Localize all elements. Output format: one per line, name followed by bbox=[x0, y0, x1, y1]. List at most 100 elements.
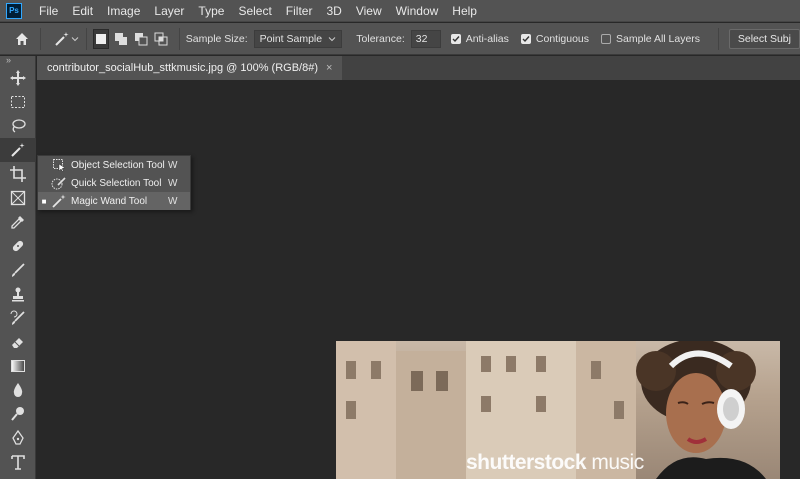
lasso-icon bbox=[12, 119, 26, 133]
gradient-icon bbox=[11, 360, 25, 372]
options-bar: Sample Size: Point Sample Tolerance: 32 … bbox=[0, 23, 800, 55]
gradient-tool[interactable] bbox=[0, 354, 36, 378]
droplet-icon bbox=[13, 383, 23, 397]
marquee-tool[interactable] bbox=[0, 90, 36, 114]
menu-type[interactable]: Type bbox=[191, 0, 231, 22]
checkbox-unchecked-icon bbox=[601, 33, 612, 44]
separator bbox=[39, 27, 41, 50]
lasso-tool[interactable] bbox=[0, 114, 36, 138]
magic-wand-tool[interactable] bbox=[0, 138, 36, 162]
bandage-icon bbox=[12, 240, 24, 252]
dodge-tool[interactable] bbox=[0, 402, 36, 426]
document-tab-bar: contributor_socialHub_sttkmusic.jpg @ 10… bbox=[37, 56, 800, 80]
crop-tool[interactable] bbox=[0, 162, 36, 186]
sample-size-value: Point Sample bbox=[259, 32, 323, 45]
move-icon bbox=[10, 70, 26, 86]
sample-all-layers-checkbox[interactable]: Sample All Layers bbox=[601, 33, 700, 45]
selection-tools-flyout: Object Selection Tool W Quick Selection … bbox=[37, 155, 191, 210]
eyedropper-icon bbox=[11, 216, 24, 229]
contiguous-checkbox[interactable]: Contiguous bbox=[520, 32, 590, 45]
dodge-icon bbox=[11, 407, 24, 421]
flyout-item-quick-selection[interactable]: Quick Selection Tool W bbox=[38, 174, 190, 192]
intersect-selection-icon bbox=[154, 32, 168, 45]
selected-indicator-icon: ■ bbox=[41, 196, 47, 206]
chevron-down-icon bbox=[71, 36, 79, 41]
contiguous-label: Contiguous bbox=[535, 32, 590, 45]
rectangular-marquee-icon bbox=[11, 96, 25, 108]
pen-icon bbox=[12, 429, 24, 445]
sample-size-label: Sample Size: bbox=[185, 32, 248, 45]
stamp-icon bbox=[12, 287, 24, 302]
document-image[interactable]: shutterstock music bbox=[336, 341, 780, 479]
flyout-shortcut: W bbox=[168, 159, 178, 171]
menu-edit[interactable]: Edit bbox=[65, 0, 100, 22]
frame-tool[interactable] bbox=[0, 186, 36, 210]
pen-tool[interactable] bbox=[0, 426, 36, 450]
move-tool[interactable] bbox=[0, 66, 36, 90]
tool-preset-picker[interactable] bbox=[47, 23, 80, 55]
flyout-item-object-selection[interactable]: Object Selection Tool W bbox=[38, 156, 190, 174]
separator bbox=[85, 27, 87, 50]
quick-selection-icon bbox=[50, 176, 68, 190]
watermark-brand: shutterstock bbox=[466, 451, 587, 474]
menu-layer[interactable]: Layer bbox=[147, 0, 191, 22]
brush-icon bbox=[12, 263, 25, 277]
new-selection-button[interactable] bbox=[92, 28, 110, 49]
sample-all-layers-label: Sample All Layers bbox=[616, 32, 701, 45]
menu-image[interactable]: Image bbox=[100, 0, 147, 22]
tolerance-input[interactable]: 32 bbox=[410, 29, 441, 48]
magic-wand-icon bbox=[55, 31, 69, 46]
subtract-from-selection-button[interactable] bbox=[133, 29, 149, 49]
menu-file[interactable]: File bbox=[32, 0, 65, 22]
add-to-selection-button[interactable] bbox=[113, 29, 129, 49]
flyout-item-magic-wand[interactable]: ■ Magic Wand Tool W bbox=[38, 192, 190, 210]
subtract-selection-icon bbox=[135, 32, 148, 45]
flyout-label: Quick Selection Tool bbox=[71, 177, 162, 189]
brush-tool[interactable] bbox=[0, 258, 36, 282]
separator bbox=[178, 27, 180, 50]
menu-3d[interactable]: 3D bbox=[319, 0, 348, 22]
new-selection-icon bbox=[95, 33, 106, 44]
menu-window[interactable]: Window bbox=[389, 0, 446, 22]
healing-brush-tool[interactable] bbox=[0, 234, 36, 258]
close-icon[interactable]: × bbox=[326, 62, 332, 74]
tolerance-label: Tolerance: bbox=[356, 32, 405, 45]
select-subject-button[interactable]: Select Subj bbox=[728, 28, 800, 49]
anti-alias-checkbox[interactable]: Anti-alias bbox=[450, 33, 509, 45]
watermark-suffix: music bbox=[586, 451, 644, 474]
checkbox-checked-icon bbox=[520, 33, 531, 44]
magic-wand-icon bbox=[11, 143, 25, 157]
add-selection-icon bbox=[115, 32, 128, 45]
menu-select[interactable]: Select bbox=[231, 0, 278, 22]
eraser-icon bbox=[12, 338, 23, 348]
collapse-panel-icon[interactable]: » bbox=[0, 56, 35, 66]
flyout-shortcut: W bbox=[168, 195, 178, 207]
eraser-tool[interactable] bbox=[0, 330, 36, 354]
type-tool[interactable] bbox=[0, 450, 36, 474]
menu-bar: Ps File Edit Image Layer Type Select Fil… bbox=[0, 0, 800, 22]
separator bbox=[718, 27, 719, 50]
document-title: contributor_socialHub_sttkmusic.jpg @ 10… bbox=[47, 62, 319, 74]
eyedropper-tool[interactable] bbox=[0, 210, 36, 234]
watermark: shutterstock music bbox=[466, 451, 644, 475]
home-button[interactable] bbox=[10, 23, 34, 55]
sample-size-select[interactable]: Point Sample bbox=[253, 29, 343, 48]
history-brush-icon bbox=[10, 310, 25, 325]
checkbox-checked-icon bbox=[450, 33, 461, 44]
crop-icon bbox=[10, 166, 26, 182]
flyout-shortcut: W bbox=[168, 177, 178, 189]
menu-help[interactable]: Help bbox=[445, 0, 484, 22]
object-selection-icon bbox=[50, 158, 68, 172]
document-tab[interactable]: contributor_socialHub_sttkmusic.jpg @ 10… bbox=[37, 56, 343, 80]
home-icon bbox=[15, 32, 28, 45]
blur-tool[interactable] bbox=[0, 378, 36, 402]
menu-filter[interactable]: Filter bbox=[279, 0, 320, 22]
clone-stamp-tool[interactable] bbox=[0, 282, 36, 306]
type-icon bbox=[11, 455, 25, 470]
menu-view[interactable]: View bbox=[349, 0, 389, 22]
intersect-selection-button[interactable] bbox=[153, 29, 169, 49]
history-brush-tool[interactable] bbox=[0, 306, 36, 330]
flyout-label: Object Selection Tool bbox=[71, 159, 165, 171]
magic-wand-icon bbox=[50, 194, 68, 208]
photoshop-logo: Ps bbox=[6, 2, 22, 19]
